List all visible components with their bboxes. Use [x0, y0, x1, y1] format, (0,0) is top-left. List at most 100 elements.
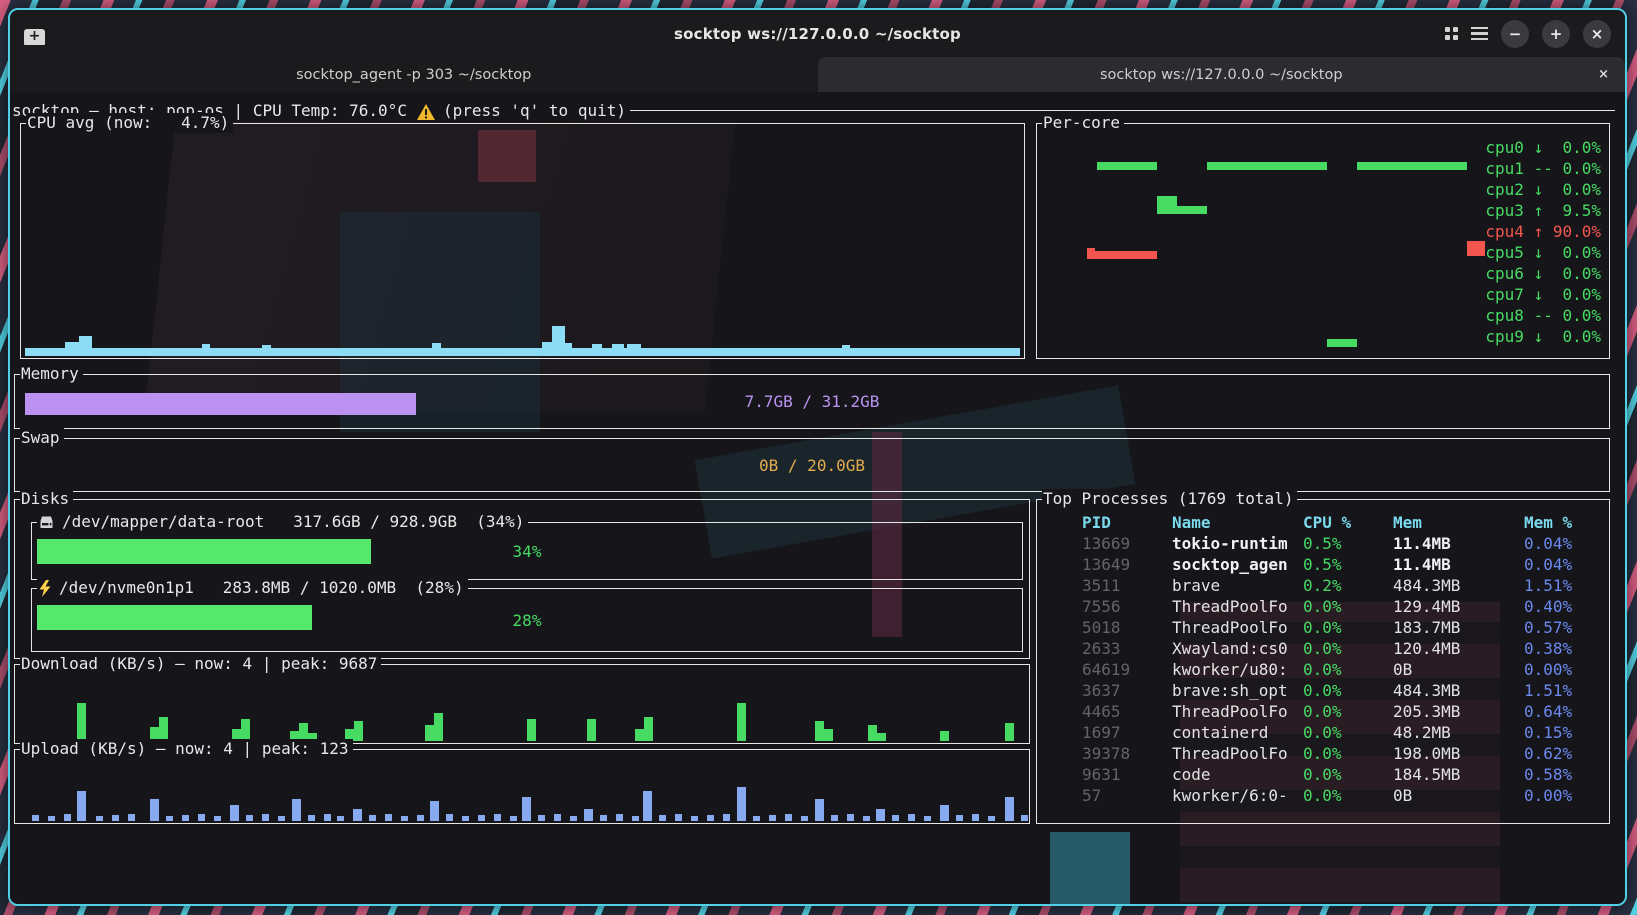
upload-spike-bar — [737, 787, 746, 821]
upload-base-bar — [369, 815, 376, 821]
upload-base-bar — [1021, 815, 1028, 821]
process-cell: 0.62% — [1524, 743, 1603, 764]
process-row: 39378ThreadPoolFo0.0%198.0MB0.62% — [1082, 743, 1603, 764]
upload-base-bar — [462, 816, 469, 821]
app-header: socktop — host: pop-os | CPU Temp: 76.0°… — [12, 101, 1615, 120]
window-titlebar: + socktop ws://127.0.0.0 ~/socktop − + × — [10, 10, 1625, 57]
upload-spike-bar — [430, 801, 439, 821]
process-cell: containerd — [1172, 722, 1303, 743]
top-processes-panel: Top Processes (1769 total) PID Name CPU … — [1036, 499, 1610, 824]
upload-base-bar — [32, 815, 39, 821]
window-title: socktop ws://127.0.0.0 ~/socktop — [10, 25, 1625, 43]
disk-data-root: /dev/mapper/data-root 317.6GB / 928.9GB … — [31, 522, 1023, 580]
upload-base-bar — [785, 814, 792, 821]
upload-base-bar — [48, 816, 55, 821]
hamburger-menu-icon[interactable] — [1471, 27, 1488, 40]
cpu-spark-bar — [432, 343, 441, 356]
process-cell: 0.64% — [1524, 701, 1603, 722]
process-cell: 0.0% — [1303, 617, 1393, 638]
core-row: cpu8 -- 0.0% — [1485, 305, 1601, 326]
download-bar — [868, 725, 877, 741]
process-cell: 1.51% — [1524, 680, 1603, 701]
tab-close-icon[interactable]: × — [1598, 67, 1609, 82]
process-cell: 484.3MB — [1393, 575, 1524, 596]
process-cell: 5018 — [1082, 617, 1172, 638]
layout-grid-icon[interactable] — [1445, 27, 1458, 40]
process-cell: ThreadPoolFo — [1172, 617, 1303, 638]
upload-base-bar — [214, 816, 221, 821]
maximize-button[interactable]: + — [1542, 20, 1570, 48]
process-cell: 13669 — [1082, 533, 1172, 554]
upload-panel: Upload (KB/s) — now: 4 | peak: 123 — [14, 749, 1030, 824]
core-spark-segment — [1327, 339, 1357, 347]
tab-socktop-client[interactable]: socktop ws://127.0.0.0 ~/socktop × — [818, 57, 1626, 92]
process-cell: 0.0% — [1303, 701, 1393, 722]
cpu-spark-bar — [79, 336, 92, 356]
process-cell: 120.4MB — [1393, 638, 1524, 659]
upload-base-bar — [401, 816, 408, 821]
swap-usage-label: 0B / 20.0GB — [15, 439, 1609, 491]
process-cell: 0.2% — [1303, 575, 1393, 596]
process-cell: 0.00% — [1524, 785, 1603, 806]
upload-base-bar — [723, 814, 730, 821]
download-bar — [1005, 723, 1014, 741]
process-cell: 183.7MB — [1393, 617, 1524, 638]
upload-base-bar — [769, 815, 776, 821]
upload-base-bar — [616, 814, 623, 821]
download-bar — [434, 713, 443, 741]
upload-base-bar — [924, 816, 931, 821]
upload-spike-bar — [522, 797, 531, 821]
col-pid: PID — [1082, 512, 1172, 533]
tab-socktop-agent[interactable]: socktop_agent -p 303 ~/socktop — [10, 57, 818, 92]
process-cell: ThreadPoolFo — [1172, 596, 1303, 617]
upload-base-bar — [801, 816, 808, 821]
process-cell: 0.04% — [1524, 554, 1603, 575]
process-row: 13649socktop_agen0.5%11.4MB0.04% — [1082, 554, 1603, 575]
upload-base-bar — [417, 815, 424, 821]
process-cell: 3637 — [1082, 680, 1172, 701]
process-cell: 64619 — [1082, 659, 1172, 680]
close-button[interactable]: × — [1583, 20, 1611, 48]
process-cell: 0.40% — [1524, 596, 1603, 617]
upload-base-bar — [182, 815, 189, 821]
upload-base-bar — [478, 815, 485, 821]
download-bar — [241, 719, 250, 741]
memory-panel: Memory 7.7GB / 31.2GB — [14, 374, 1610, 429]
core-spark-segment — [1207, 162, 1327, 170]
process-cell: 0.5% — [1303, 554, 1393, 575]
process-row: 3637brave:sh_opt0.0%484.3MB1.51% — [1082, 680, 1603, 701]
cpu-avg-sparkline — [22, 125, 1023, 357]
process-cell: 0.0% — [1303, 680, 1393, 701]
header-rule — [630, 110, 1615, 111]
disks-panel: Disks /dev/mapper/data-root 317.6GB / 92… — [14, 499, 1030, 659]
process-row: 57kworker/6:0-0.0%0B0.00% — [1082, 785, 1603, 806]
upload-base-bar — [64, 814, 71, 821]
process-cell: 7556 — [1082, 596, 1172, 617]
upload-base-bar — [908, 814, 915, 821]
process-cell: ThreadPoolFo — [1172, 743, 1303, 764]
cpu-spark-bar — [542, 342, 552, 356]
cpu-spark-bar — [565, 343, 572, 356]
process-cell: 57 — [1082, 785, 1172, 806]
terminal-content: socktop — host: pop-os | CPU Temp: 76.0°… — [10, 92, 1625, 904]
upload-spike-bar — [230, 805, 239, 821]
upload-base-bar — [96, 816, 103, 821]
process-cell: 0.0% — [1303, 638, 1393, 659]
process-cell: 0.38% — [1524, 638, 1603, 659]
process-cell: 129.4MB — [1393, 596, 1524, 617]
upload-base-bar — [112, 815, 119, 821]
process-cell: 0.04% — [1524, 533, 1603, 554]
process-row: 13669tokio-runtim0.5%11.4MB0.04% — [1082, 533, 1603, 554]
col-cpu: CPU % — [1303, 512, 1393, 533]
process-row: 5018ThreadPoolFo0.0%183.7MB0.57% — [1082, 617, 1603, 638]
upload-base-bar — [198, 814, 205, 821]
core-row: cpu9 ↓ 0.0% — [1485, 326, 1601, 347]
new-tab-button[interactable]: + — [24, 23, 50, 45]
core-row: cpu2 ↓ 0.0% — [1485, 179, 1601, 200]
download-bar — [644, 717, 653, 741]
minimize-button[interactable]: − — [1501, 20, 1529, 48]
process-cell: 205.3MB — [1393, 701, 1524, 722]
upload-base-bar — [308, 815, 315, 821]
upload-base-bar — [554, 814, 561, 821]
process-cell: 0B — [1393, 785, 1524, 806]
